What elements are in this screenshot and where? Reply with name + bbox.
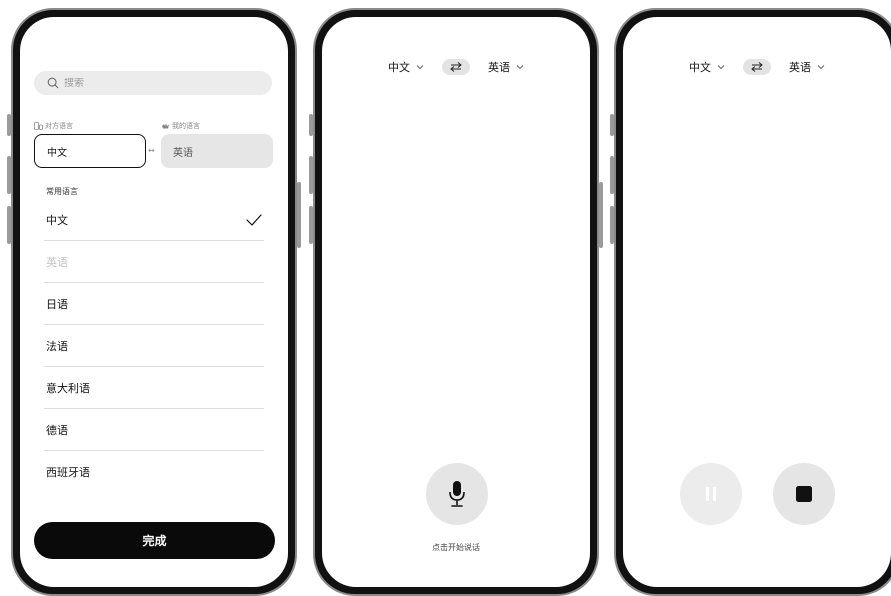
microphone-icon	[449, 481, 465, 507]
chevron-down-icon	[817, 65, 825, 70]
device-icon	[34, 122, 43, 130]
chevron-down-icon	[416, 65, 424, 70]
language-list: 中文 英语 日语 法语 意大利语 德语 西班牙语	[44, 199, 264, 493]
side-button	[7, 156, 11, 194]
screen: 中文 英语	[623, 17, 891, 587]
swap-languages-button[interactable]	[442, 59, 470, 75]
source-language-dropdown[interactable]: 中文	[388, 59, 424, 75]
phone-frame-language-picker: 对方语言 我的语言 中文 ↔ 英语 常用语言 中文 英语	[7, 8, 301, 596]
swap-icon	[450, 62, 462, 72]
search-icon	[47, 77, 59, 89]
done-button[interactable]: 完成	[34, 522, 275, 559]
screen: 中文 英语	[322, 17, 590, 587]
side-button	[7, 206, 11, 244]
check-icon	[246, 213, 262, 226]
language-item[interactable]: 西班牙语	[44, 451, 264, 493]
phone-frame-ready: 中文 英语 点击开始说话	[309, 8, 603, 596]
chevron-down-icon	[717, 65, 725, 70]
start-speaking-hint: 点击开始说话	[432, 543, 480, 552]
language-item[interactable]: 中文	[44, 199, 264, 241]
side-button	[599, 182, 603, 248]
search-input[interactable]	[64, 77, 264, 89]
language-item: 英语	[44, 241, 264, 283]
side-button	[309, 114, 313, 136]
target-language-dropdown[interactable]: 英语	[789, 59, 825, 75]
phone-frame-recording: 中文 英语	[610, 8, 891, 596]
start-speaking-button[interactable]	[426, 463, 488, 525]
pause-button[interactable]	[680, 463, 742, 525]
target-language-dropdown[interactable]: 英语	[488, 59, 524, 75]
language-header: 中文 英语	[623, 57, 891, 77]
language-item[interactable]: 日语	[44, 283, 264, 325]
pause-icon	[706, 487, 716, 501]
stop-button[interactable]	[773, 463, 835, 525]
their-language-label: 对方语言	[34, 121, 73, 131]
swap-icon	[751, 62, 763, 72]
my-language-value: 英语	[173, 147, 193, 159]
side-button	[297, 182, 301, 248]
search-bar[interactable]	[34, 71, 272, 95]
language-header: 中文 英语	[322, 57, 590, 77]
my-language-label: 我的语言	[161, 121, 200, 131]
hand-icon	[162, 123, 169, 129]
source-language-dropdown[interactable]: 中文	[689, 59, 725, 75]
stop-icon	[796, 486, 812, 502]
their-language-value: 中文	[47, 147, 67, 159]
screen: 对方语言 我的语言 中文 ↔ 英语 常用语言 中文 英语	[20, 17, 288, 587]
their-language-selector[interactable]: 中文	[34, 134, 146, 168]
language-item[interactable]: 意大利语	[44, 367, 264, 409]
swap-languages-button[interactable]	[743, 59, 771, 75]
side-button	[610, 114, 614, 136]
chevron-down-icon	[516, 65, 524, 70]
side-button	[309, 156, 313, 194]
side-button	[309, 206, 313, 244]
common-languages-title: 常用语言	[46, 187, 78, 196]
my-language-selector[interactable]: 英语	[161, 134, 273, 168]
swap-icon[interactable]: ↔	[148, 146, 155, 155]
side-button	[610, 156, 614, 194]
side-button	[610, 206, 614, 244]
language-item[interactable]: 法语	[44, 325, 264, 367]
side-button	[7, 114, 11, 136]
language-item[interactable]: 德语	[44, 409, 264, 451]
